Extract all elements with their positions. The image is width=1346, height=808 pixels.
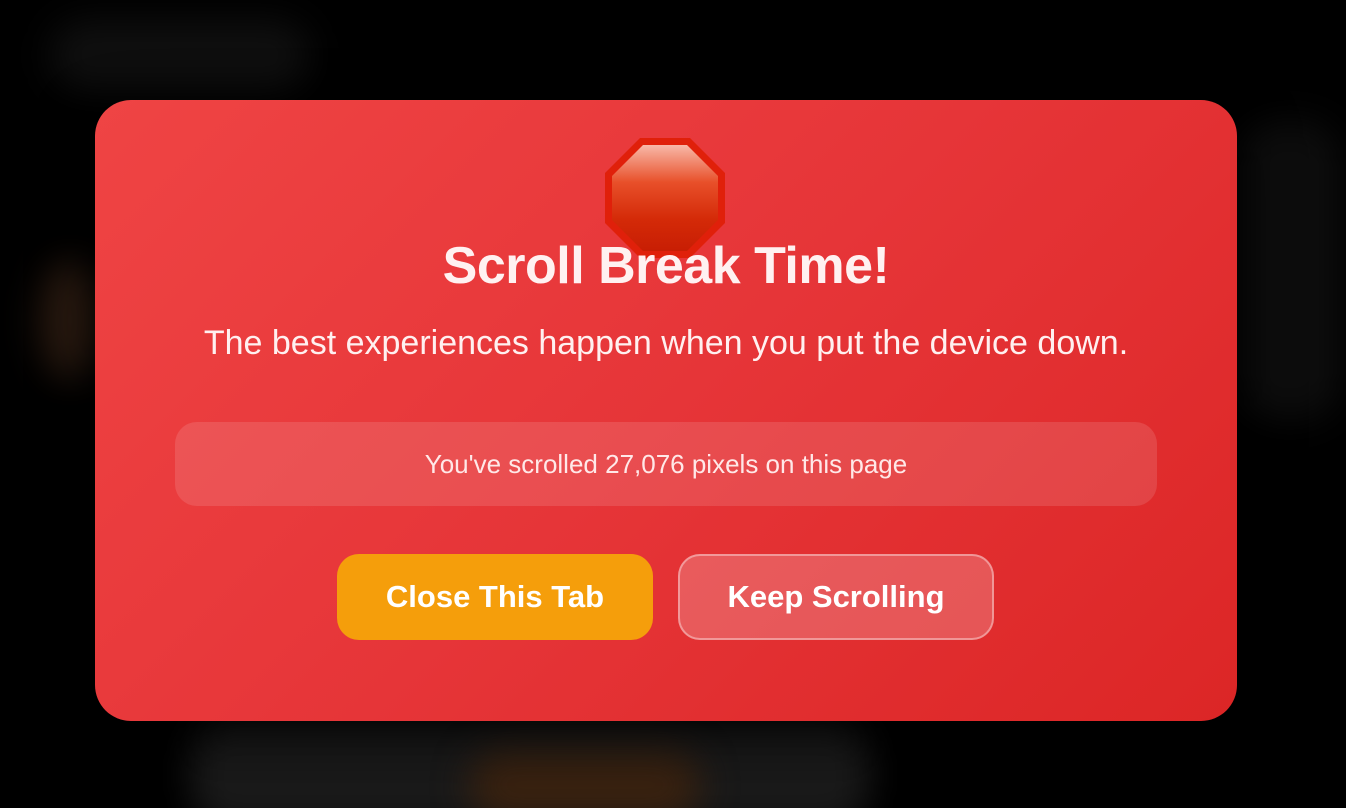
modal-title: Scroll Break Time! — [442, 237, 890, 295]
blurred-content-block — [40, 260, 100, 380]
scroll-counter-box: You've scrolled 27,076 pixels on this pa… — [175, 422, 1157, 506]
blurred-content-block — [470, 750, 700, 808]
blurred-content-block — [1240, 120, 1340, 420]
keep-scrolling-button[interactable]: Keep Scrolling — [678, 554, 994, 640]
scroll-counter-text: You've scrolled 27,076 pixels on this pa… — [424, 448, 908, 479]
modal-subtitle: The best experiences happen when you put… — [203, 324, 1129, 362]
blurred-content-block — [50, 20, 310, 90]
close-tab-button-label: Close This Tab — [385, 579, 605, 614]
scroll-break-modal: Scroll Break Time! The best experiences … — [95, 100, 1237, 721]
close-tab-button[interactable]: Close This Tab — [337, 554, 653, 640]
keep-scrolling-button-label: Keep Scrolling — [727, 579, 945, 614]
